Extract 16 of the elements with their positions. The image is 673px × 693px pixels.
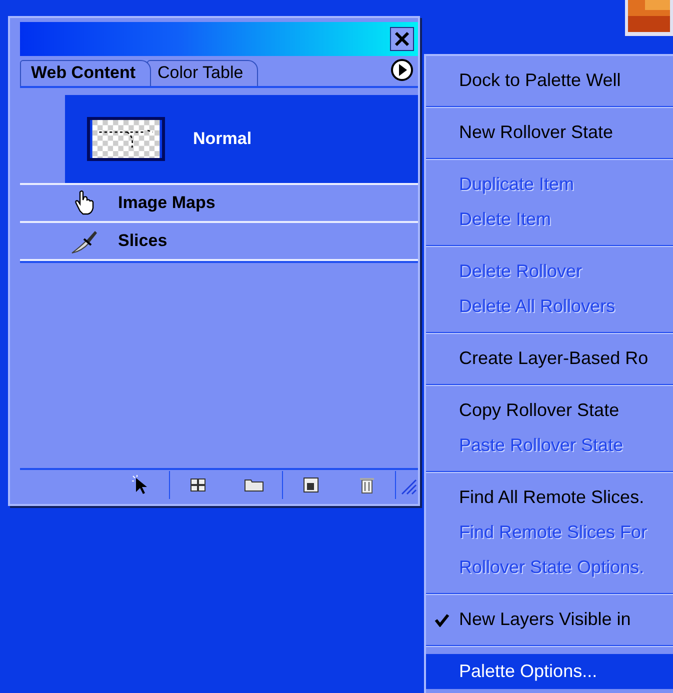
- thumbnail-icon: [87, 117, 165, 161]
- menu-item[interactable]: Copy Rollover State: [426, 393, 673, 428]
- menu-item[interactable]: New Layers Visible in: [426, 602, 673, 637]
- layer-row[interactable]: Image Maps: [20, 185, 418, 223]
- close-icon: [394, 31, 410, 47]
- menu-item[interactable]: Find All Remote Slices.: [426, 480, 673, 515]
- menu-item[interactable]: Create Layer-Based Ro: [426, 341, 673, 376]
- close-button[interactable]: [390, 27, 414, 51]
- palette-menu-button[interactable]: [390, 58, 414, 82]
- menu-item[interactable]: Palette Options...: [426, 654, 673, 689]
- tab[interactable]: Web Content: [20, 60, 151, 86]
- menu-item[interactable]: New Rollover State: [426, 115, 673, 150]
- menu-item[interactable]: Dock to Palette Well: [426, 63, 673, 98]
- tab[interactable]: Color Table: [146, 60, 258, 86]
- layer-row[interactable]: Slices: [20, 223, 418, 261]
- rollover-state-row[interactable]: Normal: [65, 95, 418, 183]
